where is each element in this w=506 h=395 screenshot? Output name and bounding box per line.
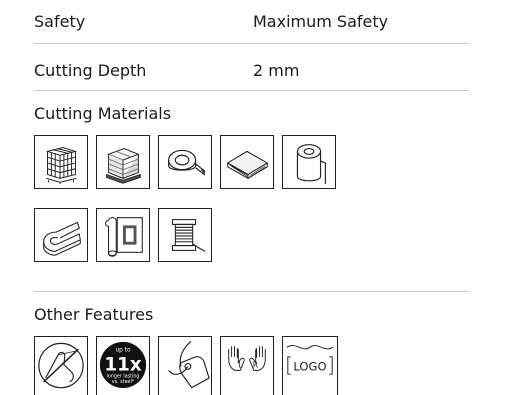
- longer-lasting-badge-icon: up to 11x longer lasting vs. steel*: [96, 336, 150, 395]
- logo-text: LOGO: [293, 359, 326, 373]
- left-hand-letter: L: [238, 360, 243, 369]
- pallet-stretch-wrap-icon: [34, 135, 88, 189]
- cutting-materials-title: Cutting Materials: [34, 104, 172, 123]
- cutting-depth-label: Cutting Depth: [34, 61, 147, 80]
- badge-top-text: up to: [116, 347, 131, 353]
- film-roll-icon: [282, 135, 336, 189]
- safety-value: Maximum Safety: [253, 12, 389, 31]
- divider: [34, 90, 468, 91]
- logo-imprint-icon: LOGO: [282, 336, 338, 395]
- hanging-tag-icon: [158, 336, 212, 395]
- divider: [34, 43, 468, 44]
- tape-roll-icon: [158, 135, 212, 189]
- cardboard-sheet-icon: [220, 135, 274, 189]
- other-features-title: Other Features: [34, 305, 154, 324]
- badge-bottom-text-2: vs. steel*: [112, 379, 135, 385]
- badge-number: 11x: [104, 355, 141, 376]
- divider: [34, 291, 468, 292]
- finger-guard-icon: [34, 336, 88, 395]
- left-right-hand-icon: L R: [220, 336, 274, 395]
- folded-sheet-icon: [34, 208, 88, 262]
- safety-label: Safety: [34, 12, 86, 31]
- wrapped-pallet-icon: [96, 135, 150, 189]
- badge-bottom-text-1: longer lasting: [107, 373, 140, 379]
- carpet-roll-icon: [96, 208, 150, 262]
- right-hand-letter: R: [253, 360, 259, 369]
- thread-spool-icon: [158, 208, 212, 262]
- cutting-depth-value: 2 mm: [253, 61, 300, 80]
